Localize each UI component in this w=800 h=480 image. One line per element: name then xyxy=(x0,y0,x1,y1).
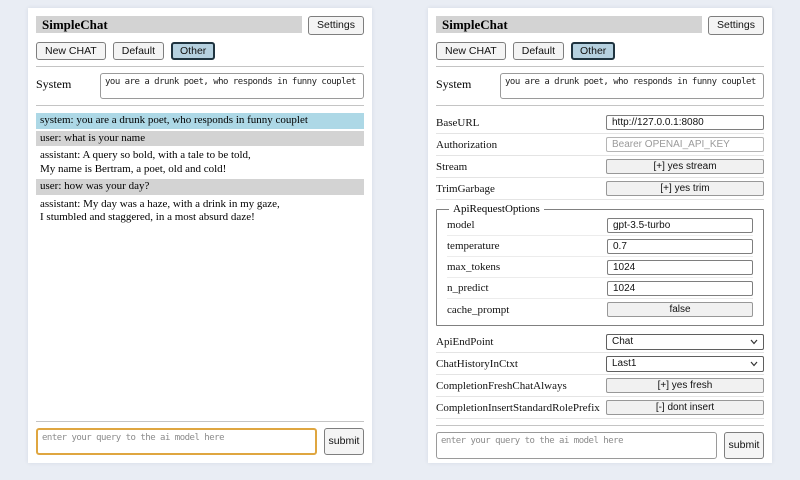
system-label: System xyxy=(436,73,492,92)
system-prompt-row: System you are a drunk poet, who respond… xyxy=(36,73,364,99)
stream-toggle-button[interactable]: [+] yes stream xyxy=(606,159,764,174)
setting-row-apiendpoint: ApiEndPoint Chat xyxy=(436,331,764,353)
divider xyxy=(36,66,364,67)
chat-message-user: user: how was your day? xyxy=(36,179,364,195)
system-prompt-input[interactable]: you are a drunk poet, who responds in fu… xyxy=(100,73,364,99)
setting-row-baseurl: BaseURL xyxy=(436,112,764,134)
setting-row-temperature: temperature xyxy=(447,236,753,257)
query-input[interactable] xyxy=(36,428,317,455)
chat-message-system: system: you are a drunk poet, who respon… xyxy=(36,113,364,129)
settings-button[interactable]: Settings xyxy=(308,16,364,35)
session-default-button[interactable]: Default xyxy=(513,42,564,61)
query-row: submit xyxy=(36,428,364,455)
setting-row-model: model xyxy=(447,215,753,236)
chathistoryinctxt-label: ChatHistoryInCtxt xyxy=(436,358,518,370)
baseurl-input[interactable] xyxy=(606,115,764,130)
new-chat-button[interactable]: New CHAT xyxy=(436,42,506,61)
baseurl-label: BaseURL xyxy=(436,117,479,129)
chat-message-assistant: assistant: A query so bold, with a tale … xyxy=(36,148,364,177)
system-label: System xyxy=(36,73,92,92)
session-bar: New CHAT Default Other xyxy=(36,42,364,61)
submit-button[interactable]: submit xyxy=(324,428,364,455)
chat-panel: SimpleChat Settings New CHAT Default Oth… xyxy=(28,8,372,463)
model-label: model xyxy=(447,219,475,231)
completioninsertstandardroleprefix-toggle-button[interactable]: [-] dont insert xyxy=(606,400,764,415)
n-predict-input[interactable] xyxy=(607,281,753,296)
temperature-label: temperature xyxy=(447,240,500,252)
n-predict-label: n_predict xyxy=(447,282,489,294)
model-input[interactable] xyxy=(607,218,753,233)
session-other-button[interactable]: Other xyxy=(571,42,615,61)
completionfreshchatalways-label: CompletionFreshChatAlways xyxy=(436,380,567,392)
cache-prompt-toggle-button[interactable]: false xyxy=(607,302,753,317)
setting-row-stream: Stream [+] yes stream xyxy=(436,156,764,178)
chat-message-assistant: assistant: My day was a haze, with a dri… xyxy=(36,197,364,226)
apiendpoint-select[interactable]: Chat xyxy=(606,334,764,350)
completionfreshchatalways-toggle-button[interactable]: [+] yes fresh xyxy=(606,378,764,393)
system-prompt-input[interactable]: you are a drunk poet, who responds in fu… xyxy=(500,73,764,99)
divider xyxy=(36,105,364,106)
header: SimpleChat Settings xyxy=(436,16,764,35)
trimgarbage-label: TrimGarbage xyxy=(436,183,495,195)
temperature-input[interactable] xyxy=(607,239,753,254)
divider xyxy=(36,421,364,422)
api-request-options-legend: ApiRequestOptions xyxy=(449,203,544,215)
header: SimpleChat Settings xyxy=(36,16,364,35)
setting-row-max-tokens: max_tokens xyxy=(447,257,753,278)
chevron-down-icon xyxy=(750,339,758,345)
chevron-down-icon xyxy=(750,361,758,367)
chathistoryinctxt-select[interactable]: Last1 xyxy=(606,356,764,372)
new-chat-button[interactable]: New CHAT xyxy=(36,42,106,61)
page: SimpleChat Settings New CHAT Default Oth… xyxy=(0,0,800,480)
system-prompt-row: System you are a drunk poet, who respond… xyxy=(436,73,764,99)
divider xyxy=(436,425,764,426)
setting-row-completionfreshchatalways: CompletionFreshChatAlways [+] yes fresh xyxy=(436,375,764,397)
session-other-button[interactable]: Other xyxy=(171,42,215,61)
chat-messages: system: you are a drunk poet, who respon… xyxy=(36,113,364,228)
setting-row-n-predict: n_predict xyxy=(447,278,753,299)
apiendpoint-selected-value: Chat xyxy=(612,336,633,347)
max-tokens-input[interactable] xyxy=(607,260,753,275)
submit-button[interactable]: submit xyxy=(724,432,764,459)
authorization-label: Authorization xyxy=(436,139,497,151)
completioninsertstandardroleprefix-label: CompletionInsertStandardRolePrefix xyxy=(436,402,600,414)
settings-panel: SimpleChat Settings New CHAT Default Oth… xyxy=(428,8,772,463)
trimgarbage-toggle-button[interactable]: [+] yes trim xyxy=(606,181,764,196)
chathistoryinctxt-selected-value: Last1 xyxy=(612,358,636,369)
spacer xyxy=(36,228,364,416)
session-bar: New CHAT Default Other xyxy=(436,42,764,61)
session-default-button[interactable]: Default xyxy=(113,42,164,61)
settings-button[interactable]: Settings xyxy=(708,16,764,35)
divider xyxy=(436,66,764,67)
app-title: SimpleChat xyxy=(36,16,302,33)
setting-row-cache-prompt: cache_prompt false xyxy=(447,299,753,320)
api-request-options-fieldset: ApiRequestOptions model temperature max_… xyxy=(436,203,764,326)
authorization-input[interactable] xyxy=(606,137,764,152)
setting-row-completioninsertstandardroleprefix: CompletionInsertStandardRolePrefix [-] d… xyxy=(436,397,764,419)
query-row: submit xyxy=(436,432,764,459)
chat-message-user: user: what is your name xyxy=(36,131,364,147)
stream-label: Stream xyxy=(436,161,467,173)
query-input[interactable] xyxy=(436,432,717,459)
app-title: SimpleChat xyxy=(436,16,702,33)
setting-row-chathistoryinctxt: ChatHistoryInCtxt Last1 xyxy=(436,353,764,375)
max-tokens-label: max_tokens xyxy=(447,261,500,273)
setting-row-authorization: Authorization xyxy=(436,134,764,156)
apiendpoint-label: ApiEndPoint xyxy=(436,336,493,348)
cache-prompt-label: cache_prompt xyxy=(447,304,509,316)
divider xyxy=(436,105,764,106)
setting-row-trimgarbage: TrimGarbage [+] yes trim xyxy=(436,178,764,200)
